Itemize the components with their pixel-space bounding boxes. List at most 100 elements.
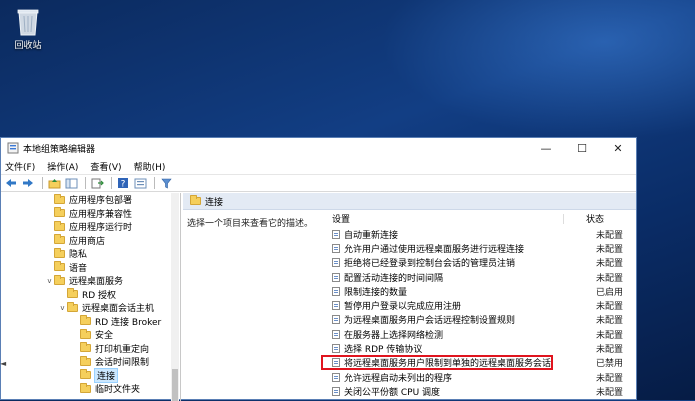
policy-state: 未配置 xyxy=(596,387,624,398)
column-header-state[interactable]: 状态 xyxy=(564,212,604,225)
menu-file[interactable]: 文件(F) xyxy=(5,160,35,173)
policy-name: 配置活动连接的时间间隔 xyxy=(344,273,444,284)
policy-name: 允许用户通过使用远程桌面服务进行远程连接 xyxy=(344,244,525,255)
policy-row[interactable]: 在服务器上选择网络检测 未配置 xyxy=(323,327,636,341)
policy-setting-icon xyxy=(332,229,340,239)
tree-item[interactable]: v 远程桌面会话主机 xyxy=(1,301,180,315)
folder-icon xyxy=(54,207,65,218)
tree-item[interactable]: 应用商店 xyxy=(1,234,180,248)
folder-icon xyxy=(54,247,65,258)
filter-icon xyxy=(160,178,172,188)
tree-item[interactable]: 连接 xyxy=(1,367,180,383)
tree-expander-icon[interactable]: v xyxy=(45,277,54,285)
maximize-button[interactable]: ☐ xyxy=(564,138,600,158)
folder-icon xyxy=(54,261,65,272)
policy-setting-icon xyxy=(332,372,340,382)
policy-list: 自动重新连接 未配置 允许用户通过使用远程桌面服务进行远程连接 未配置 拒绝将已经登录到… xyxy=(323,227,636,399)
up-folder-icon xyxy=(48,178,60,188)
tree-item-label: 应用程序包部署 xyxy=(69,196,133,207)
close-button[interactable]: ✕ xyxy=(600,138,636,158)
folder-icon xyxy=(80,382,91,393)
folder-icon xyxy=(54,193,65,204)
policy-row[interactable]: 允许用户通过使用远程桌面服务进行远程连接 未配置 xyxy=(323,241,636,255)
policy-state: 未配置 xyxy=(596,244,624,255)
toolbar-separator xyxy=(85,177,86,189)
tree-expander-icon[interactable]: v xyxy=(58,304,67,312)
policy-row[interactable]: 拒绝将已经登录到控制台会话的管理员注销 未配置 xyxy=(323,256,636,270)
policy-setting-icon xyxy=(332,301,340,311)
policy-name: 选择 RDP 传输协议 xyxy=(344,345,423,356)
menu-view[interactable]: 查看(V) xyxy=(90,160,121,173)
folder-icon xyxy=(80,342,91,353)
tree-item[interactable]: 打印机重定向 xyxy=(1,342,180,356)
menu-action[interactable]: 操作(A) xyxy=(47,160,78,173)
description-text: 选择一个项目来查看它的描述。 xyxy=(187,219,314,229)
desktop-light-glow xyxy=(380,0,695,140)
properties-button[interactable] xyxy=(133,176,147,190)
tree-item[interactable]: 语音 xyxy=(1,261,180,275)
show-hide-tree-button[interactable] xyxy=(64,176,78,190)
filter-button[interactable] xyxy=(159,176,173,190)
policy-state: 未配置 xyxy=(596,259,624,270)
forward-arrow-icon xyxy=(23,179,33,187)
folder-icon xyxy=(80,369,91,380)
tree-item-label: 应用程序兼容性 xyxy=(69,209,133,220)
policy-state: 未配置 xyxy=(596,230,624,241)
back-button[interactable] xyxy=(4,176,18,190)
policy-setting-icon xyxy=(332,386,340,396)
policy-editor-icon xyxy=(7,142,19,154)
tree-item[interactable]: 应用程序运行时 xyxy=(1,220,180,234)
policy-setting-icon xyxy=(332,272,340,282)
tree-item[interactable]: 应用程序兼容性 xyxy=(1,207,180,221)
forward-button[interactable] xyxy=(21,176,35,190)
toolbar-separator xyxy=(154,177,155,189)
export-list-button[interactable] xyxy=(90,176,104,190)
policy-row[interactable]: 为远程桌面服务用户会话远程控制设置规则 未配置 xyxy=(323,313,636,327)
tree-scrollbar-thumb[interactable] xyxy=(172,369,178,401)
policy-row[interactable]: 限制连接的数量 已启用 xyxy=(323,284,636,298)
tree-item-label: 打印机重定向 xyxy=(95,344,150,355)
tree-item[interactable]: v 远程桌面服务 xyxy=(1,274,180,288)
policy-setting-icon xyxy=(332,315,340,325)
folder-icon xyxy=(80,355,91,366)
tree-item[interactable]: 应用程序包部署 xyxy=(1,193,180,207)
help-button[interactable]: ? xyxy=(116,176,130,190)
section-header: 连接 xyxy=(183,193,636,210)
tree-item-label: RD 连接 Broker xyxy=(95,317,162,328)
policy-name: 在服务器上选择网络检测 xyxy=(344,330,444,341)
tree-scrollbar[interactable] xyxy=(171,193,179,401)
back-arrow-icon xyxy=(6,179,16,187)
title-bar[interactable]: 本地组策略编辑器 — ☐ ✕ xyxy=(1,138,636,158)
policy-state: 已启用 xyxy=(596,287,624,298)
tree-item[interactable]: 隐私 xyxy=(1,247,180,261)
policy-setting-icon xyxy=(332,243,340,253)
column-header-setting[interactable]: 设置 xyxy=(323,212,563,225)
tree-item[interactable]: RD 连接 Broker xyxy=(1,315,180,329)
tree-item-label: 应用程序运行时 xyxy=(69,223,133,234)
toolbar-separator xyxy=(42,177,43,189)
folder-icon xyxy=(80,315,91,326)
policy-row[interactable]: 暂停用户登录以完成应用注册 未配置 xyxy=(323,298,636,312)
policy-row[interactable]: 允许远程启动未列出的程序 未配置 xyxy=(323,370,636,384)
recycle-bin[interactable]: 回收站 xyxy=(6,6,50,51)
menu-help[interactable]: 帮助(H) xyxy=(134,160,166,173)
tree-item[interactable]: 临时文件夹 xyxy=(1,382,180,396)
policy-state: 未配置 xyxy=(596,316,624,327)
tree-item-label: 隐私 xyxy=(69,250,88,261)
tree-item-label: 远程桌面服务 xyxy=(69,277,124,288)
tree-item[interactable]: 安全 xyxy=(1,328,180,342)
console-tree: 应用程序包部署 应用程序兼容性 应用程序运行时 应用商店隐私 语音 v 远程桌面服务 RD 授… xyxy=(1,193,180,396)
tree-item[interactable]: 会话时间限制 xyxy=(1,355,180,369)
policy-row[interactable]: 配置活动连接的时间间隔 未配置 xyxy=(323,270,636,284)
policy-row[interactable]: 自动重新连接 未配置 xyxy=(323,227,636,241)
folder-icon xyxy=(80,328,91,339)
policy-setting-icon xyxy=(332,258,340,268)
resize-arrow-icon: ◄ xyxy=(0,359,7,368)
policy-row[interactable]: 关闭公平份额 CPU 调度 未配置 xyxy=(323,384,636,398)
folder-icon xyxy=(54,234,65,245)
up-folder-button[interactable] xyxy=(47,176,61,190)
policy-row[interactable]: 选择 RDP 传输协议 未配置 xyxy=(323,341,636,355)
tree-item[interactable]: RD 授权 xyxy=(1,288,180,302)
folder-icon xyxy=(54,220,65,231)
minimize-button[interactable]: — xyxy=(528,138,564,158)
